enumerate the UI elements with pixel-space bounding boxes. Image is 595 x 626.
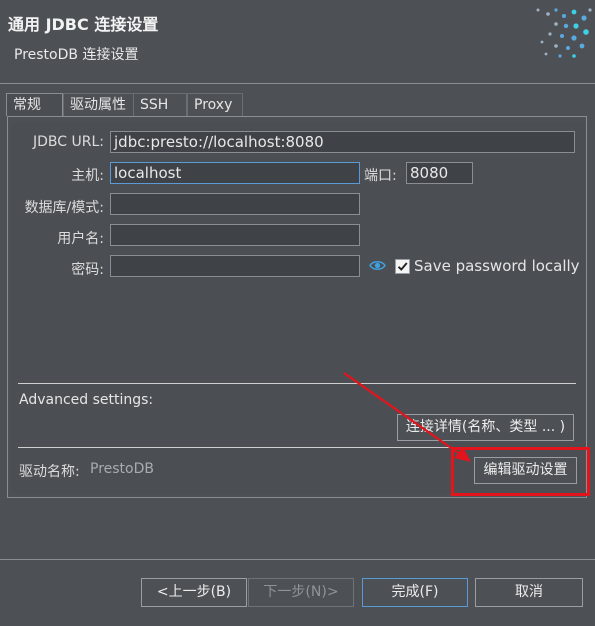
driver-name-label: 驱动名称: bbox=[19, 464, 80, 480]
eye-icon[interactable] bbox=[369, 259, 386, 272]
database-label: 数据库/模式: bbox=[24, 200, 104, 216]
username-label: 用户名: bbox=[57, 231, 104, 247]
save-password-label[interactable]: Save password locally bbox=[414, 257, 580, 275]
footer-divider bbox=[0, 559, 595, 560]
advanced-settings-label: Advanced settings: bbox=[19, 392, 154, 408]
tab-ssh[interactable]: SSH bbox=[133, 93, 187, 116]
port-label: 端口: bbox=[364, 168, 397, 184]
checkmark-icon bbox=[397, 262, 408, 271]
host-input[interactable]: localhost bbox=[110, 162, 360, 184]
tab-driver-properties[interactable]: 驱动属性 bbox=[63, 93, 140, 116]
tab-proxy[interactable]: Proxy bbox=[187, 93, 243, 116]
finish-button[interactable]: 完成(F) bbox=[362, 578, 468, 607]
next-button[interactable]: 下一步(N)> bbox=[248, 578, 354, 607]
tab-general[interactable]: 常规 bbox=[6, 93, 63, 116]
host-label: 主机: bbox=[71, 168, 104, 184]
database-input[interactable] bbox=[110, 193, 360, 215]
jdbc-url-label: JDBC URL: bbox=[33, 134, 104, 150]
header-divider bbox=[0, 83, 595, 84]
dialog-title: 通用 JDBC 连接设置 bbox=[8, 15, 159, 34]
username-input[interactable] bbox=[110, 224, 360, 246]
dialog-subtitle: PrestoDB 连接设置 bbox=[14, 47, 139, 63]
password-label: 密码: bbox=[71, 262, 104, 278]
back-button[interactable]: <上一步(B) bbox=[141, 578, 247, 607]
password-input[interactable] bbox=[110, 255, 360, 277]
jdbc-url-input[interactable]: jdbc:presto://localhost:8080 bbox=[110, 131, 575, 153]
save-password-checkbox[interactable] bbox=[395, 259, 410, 274]
dbeaver-dots-logo-icon bbox=[536, 8, 592, 58]
annotation-arrow-icon bbox=[343, 372, 471, 462]
driver-name-value: PrestoDB bbox=[90, 461, 154, 477]
cancel-button[interactable]: 取消 bbox=[475, 578, 583, 607]
advanced-separator bbox=[18, 383, 576, 384]
port-input[interactable]: 8080 bbox=[406, 162, 473, 184]
